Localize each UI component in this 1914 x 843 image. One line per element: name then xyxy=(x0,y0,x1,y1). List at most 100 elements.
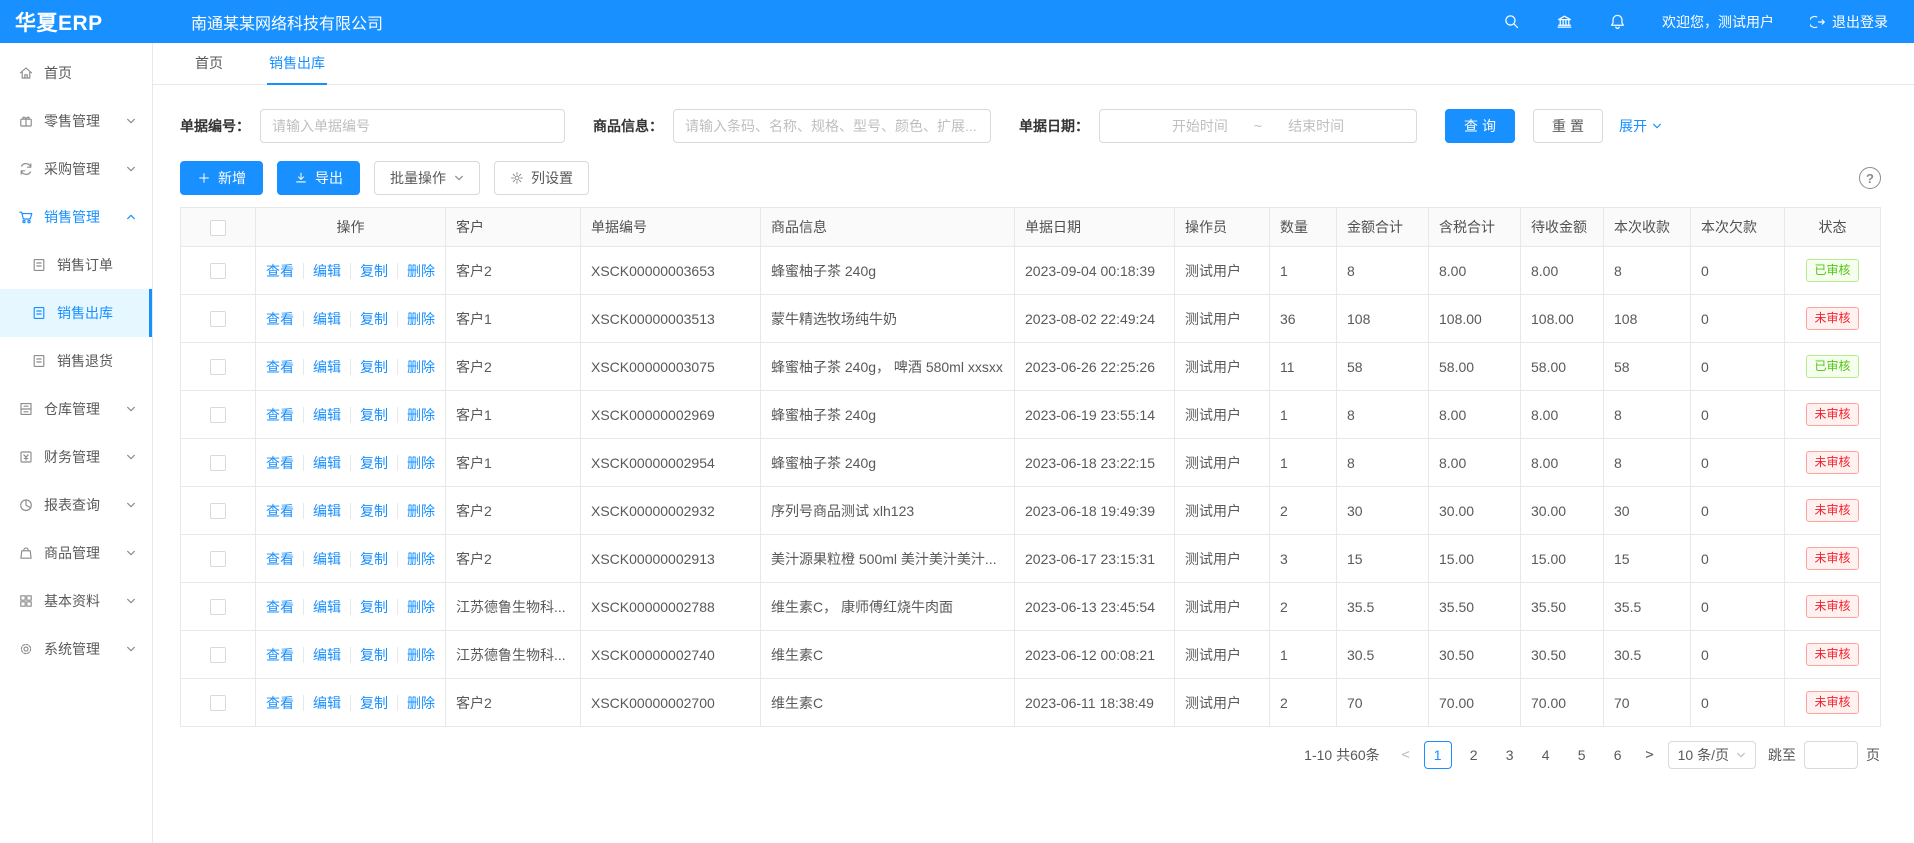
sidebar-item-8[interactable]: 财务管理 xyxy=(0,433,152,481)
sidebar-item-5[interactable]: 销售出库 xyxy=(0,289,152,337)
sidebar-item-12[interactable]: 系统管理 xyxy=(0,625,152,673)
row-checkbox[interactable] xyxy=(210,599,226,615)
row-checkbox[interactable] xyxy=(210,647,226,663)
notification-bell-icon[interactable] xyxy=(1609,13,1626,30)
row-action-view[interactable]: 查看 xyxy=(266,407,294,423)
row-action-edit[interactable]: 编辑 xyxy=(303,647,341,663)
add-button[interactable]: 新增 xyxy=(180,161,263,195)
row-action-copy[interactable]: 复制 xyxy=(350,407,388,423)
column-header-1: 客户 xyxy=(446,208,581,247)
column-header-9: 待收金额 xyxy=(1521,208,1604,247)
row-action-delete[interactable]: 删除 xyxy=(397,551,435,567)
row-action-copy[interactable]: 复制 xyxy=(350,647,388,663)
select-all-checkbox[interactable] xyxy=(210,220,226,236)
page-number-6[interactable]: 6 xyxy=(1604,741,1632,769)
row-action-view[interactable]: 查看 xyxy=(266,455,294,471)
row-action-delete[interactable]: 删除 xyxy=(397,311,435,327)
row-checkbox[interactable] xyxy=(210,359,226,375)
page-number-5[interactable]: 5 xyxy=(1568,741,1596,769)
row-action-delete[interactable]: 删除 xyxy=(397,359,435,375)
page-size-select[interactable]: 10 条/页 xyxy=(1668,741,1756,769)
row-action-view[interactable]: 查看 xyxy=(266,359,294,375)
cell-checkbox xyxy=(181,439,256,487)
tenant-icon[interactable] xyxy=(1556,13,1573,30)
row-action-edit[interactable]: 编辑 xyxy=(303,311,341,327)
row-action-view[interactable]: 查看 xyxy=(266,263,294,279)
row-action-view[interactable]: 查看 xyxy=(266,647,294,663)
reset-button[interactable]: 重置 xyxy=(1533,109,1603,143)
row-action-edit[interactable]: 编辑 xyxy=(303,551,341,567)
header-checkbox-cell xyxy=(181,208,256,247)
product-input[interactable] xyxy=(673,109,991,143)
page-number-2[interactable]: 2 xyxy=(1460,741,1488,769)
sidebar-item-10[interactable]: 商品管理 xyxy=(0,529,152,577)
export-button[interactable]: 导出 xyxy=(277,161,360,195)
row-action-edit[interactable]: 编辑 xyxy=(303,599,341,615)
row-action-delete[interactable]: 删除 xyxy=(397,263,435,279)
row-checkbox[interactable] xyxy=(210,551,226,567)
row-action-delete[interactable]: 删除 xyxy=(397,647,435,663)
row-action-edit[interactable]: 编辑 xyxy=(303,263,341,279)
tab-0[interactable]: 首页 xyxy=(193,43,225,85)
row-action-delete[interactable]: 删除 xyxy=(397,503,435,519)
document-icon xyxy=(31,305,47,321)
row-action-view[interactable]: 查看 xyxy=(266,503,294,519)
sidebar-item-4[interactable]: 销售订单 xyxy=(0,241,152,289)
row-checkbox[interactable] xyxy=(210,503,226,519)
expand-link[interactable]: 展开 xyxy=(1619,116,1662,136)
row-action-delete[interactable]: 删除 xyxy=(397,599,435,615)
cell-date: 2023-08-02 22:49:24 xyxy=(1015,295,1175,343)
row-action-view[interactable]: 查看 xyxy=(266,599,294,615)
row-action-edit[interactable]: 编辑 xyxy=(303,407,341,423)
row-checkbox[interactable] xyxy=(210,695,226,711)
page-jump-input[interactable] xyxy=(1804,741,1858,769)
row-action-edit[interactable]: 编辑 xyxy=(303,695,341,711)
next-page-icon[interactable]: > xyxy=(1640,747,1660,763)
order-no-input[interactable] xyxy=(260,109,565,143)
row-action-copy[interactable]: 复制 xyxy=(350,599,388,615)
row-checkbox[interactable] xyxy=(210,455,226,471)
row-action-edit[interactable]: 编辑 xyxy=(303,359,341,375)
sidebar-item-0[interactable]: 首页 xyxy=(0,49,152,97)
row-action-delete[interactable]: 删除 xyxy=(397,407,435,423)
row-action-view[interactable]: 查看 xyxy=(266,551,294,567)
page-number-1[interactable]: 1 xyxy=(1424,741,1452,769)
page-number-3[interactable]: 3 xyxy=(1496,741,1524,769)
row-checkbox[interactable] xyxy=(210,407,226,423)
sidebar-item-1[interactable]: 零售管理 xyxy=(0,97,152,145)
row-action-view[interactable]: 查看 xyxy=(266,695,294,711)
row-checkbox[interactable] xyxy=(210,311,226,327)
page-number-4[interactable]: 4 xyxy=(1532,741,1560,769)
date-range-input[interactable]: 开始时间 ~ 结束时间 xyxy=(1099,109,1417,143)
row-action-copy[interactable]: 复制 xyxy=(350,263,388,279)
prev-page-icon[interactable]: < xyxy=(1396,747,1416,763)
column-settings-button[interactable]: 列设置 xyxy=(494,161,589,195)
row-action-edit[interactable]: 编辑 xyxy=(303,503,341,519)
help-icon[interactable]: ? xyxy=(1859,167,1881,189)
sidebar-item-6[interactable]: 销售退货 xyxy=(0,337,152,385)
row-action-delete[interactable]: 删除 xyxy=(397,455,435,471)
row-action-copy[interactable]: 复制 xyxy=(350,551,388,567)
row-action-view[interactable]: 查看 xyxy=(266,311,294,327)
batch-actions-button[interactable]: 批量操作 xyxy=(374,161,480,195)
cell-receivable: 8.00 xyxy=(1521,391,1604,439)
row-action-copy[interactable]: 复制 xyxy=(350,359,388,375)
sidebar-item-11[interactable]: 基本资料 xyxy=(0,577,152,625)
tab-1[interactable]: 销售出库 xyxy=(267,43,327,85)
row-action-copy[interactable]: 复制 xyxy=(350,503,388,519)
logout-button[interactable]: 退出登录 xyxy=(1810,12,1888,32)
row-action-copy[interactable]: 复制 xyxy=(350,695,388,711)
row-action-edit[interactable]: 编辑 xyxy=(303,455,341,471)
chevron-down-icon xyxy=(126,116,136,126)
row-action-copy[interactable]: 复制 xyxy=(350,311,388,327)
sidebar-item-3[interactable]: 销售管理 xyxy=(0,193,152,241)
sidebar-item-7[interactable]: 仓库管理 xyxy=(0,385,152,433)
search-button[interactable]: 查询 xyxy=(1445,109,1515,143)
sidebar-item-9[interactable]: 报表查询 xyxy=(0,481,152,529)
row-checkbox[interactable] xyxy=(210,263,226,279)
sidebar-item-2[interactable]: 采购管理 xyxy=(0,145,152,193)
search-icon[interactable] xyxy=(1503,13,1520,30)
cell-debt: 0 xyxy=(1691,247,1785,295)
row-action-copy[interactable]: 复制 xyxy=(350,455,388,471)
row-action-delete[interactable]: 删除 xyxy=(397,695,435,711)
